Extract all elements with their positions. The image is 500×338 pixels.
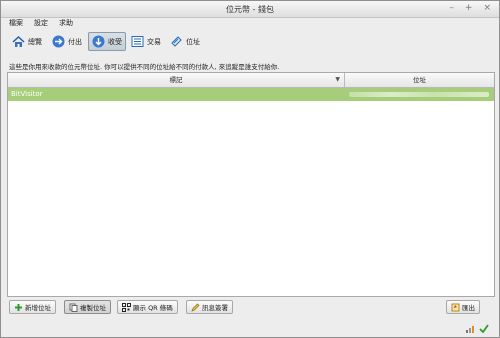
sign-message-button[interactable]: 訊息簽署 [186, 300, 233, 314]
tab-send[interactable]: 付出 [49, 32, 85, 51]
tab-receive[interactable]: 收受 [88, 32, 126, 51]
maximize-icon[interactable]: + [465, 3, 473, 13]
page-description: 這些是你用來收款的位元幣位址. 你可以提供不同的位址給不同的付款人, 來追蹤是誰… [9, 63, 280, 71]
menu-bar: 檔案 設定 求助 [1, 18, 499, 29]
new-address-button[interactable]: 新增位址 [9, 300, 56, 314]
menu-settings[interactable]: 設定 [34, 18, 48, 29]
qr-code-icon [122, 302, 131, 312]
send-arrow-icon [52, 35, 65, 48]
export-icon [451, 303, 460, 311]
copy-address-button[interactable]: 複製位址 [64, 300, 111, 314]
export-button[interactable]: 匯出 [446, 300, 480, 314]
connection-bars-icon [466, 326, 474, 333]
address-table: 標記 ▼ 位址 BitVisitor [7, 72, 495, 297]
window-controls: – + × [449, 3, 491, 13]
row-address-redacted [345, 88, 494, 101]
sign-pen-icon [191, 303, 200, 312]
menu-file[interactable]: 檔案 [9, 18, 23, 29]
minimize-icon[interactable]: – [449, 3, 454, 13]
row-label: BitVisitor [11, 90, 43, 98]
tab-transactions-label: 交易 [147, 37, 161, 46]
table-header: 標記 ▼ 位址 [8, 73, 494, 88]
column-header-address[interactable]: 位址 [345, 73, 494, 87]
tab-receive-label: 收受 [108, 37, 122, 46]
window-title: 位元幣 - 錢包 [226, 5, 274, 14]
tab-overview[interactable]: 總覽 [9, 32, 45, 51]
sort-desc-icon: ▼ [335, 76, 340, 83]
plus-icon [15, 303, 22, 311]
copy-icon [69, 303, 78, 312]
tab-overview-label: 總覽 [28, 37, 42, 46]
tab-address-book[interactable]: 位址 [167, 32, 203, 51]
tab-send-label: 付出 [68, 37, 82, 46]
show-qr-button[interactable]: 顯示 QR 條碼 [117, 300, 178, 314]
address-book-icon [171, 36, 182, 47]
title-bar: 位元幣 - 錢包 – + × [1, 1, 499, 18]
menu-help[interactable]: 求助 [59, 18, 73, 29]
wallet-window: 位元幣 - 錢包 – + × 檔案 設定 求助 總覽 付出 收受 交易 位址 這… [0, 0, 500, 338]
close-icon[interactable]: × [483, 3, 491, 13]
receive-arrow-icon [92, 35, 105, 48]
column-header-label[interactable]: 標記 ▼ [8, 73, 345, 87]
status-bar [466, 324, 489, 333]
home-icon [12, 35, 25, 47]
list-icon [131, 36, 144, 47]
table-row[interactable]: BitVisitor [8, 88, 494, 101]
toolbar: 總覽 付出 收受 交易 位址 [1, 31, 499, 53]
synced-check-icon [479, 324, 489, 333]
tab-transactions[interactable]: 交易 [128, 32, 164, 51]
tab-address-book-label: 位址 [186, 37, 200, 46]
